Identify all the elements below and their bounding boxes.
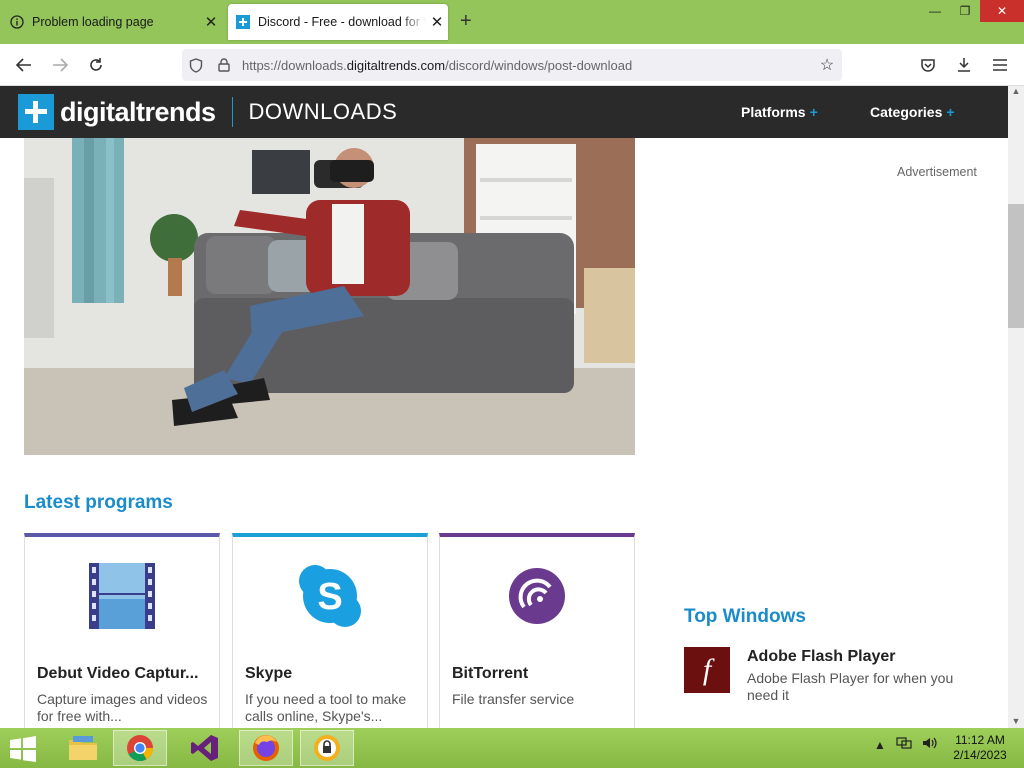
close-icon[interactable]: ✕ (426, 13, 448, 31)
program-description: If you need a tool to make calls online,… (245, 691, 407, 724)
hero-image (24, 138, 635, 455)
program-card-skype[interactable]: S Skype If you need a tool to make calls… (232, 533, 428, 733)
clock-time: 11:12 AM (955, 733, 1005, 747)
security-app-icon[interactable] (300, 730, 354, 766)
film-strip-icon (89, 563, 155, 629)
new-tab-button[interactable]: + (460, 10, 472, 33)
reload-icon[interactable] (84, 54, 108, 76)
bookmark-star-icon[interactable]: ☆ (812, 55, 842, 75)
program-name: Adobe Flash Player (747, 648, 896, 665)
volume-icon[interactable] (922, 736, 938, 753)
tab-label: Problem loading page (32, 15, 154, 29)
clock-date: 2/14/2023 (953, 748, 1007, 762)
top-windows-title: Top Windows (684, 606, 806, 627)
tab-problem-loading[interactable]: Problem loading page ✕ (0, 4, 222, 40)
skype-icon: S (297, 563, 363, 629)
scroll-up-icon[interactable]: ▲ (1008, 86, 1024, 96)
brand-name: digitaltrends (60, 96, 216, 127)
program-description: Adobe Flash Player for when you need it (747, 670, 954, 703)
minimize-icon[interactable]: — (920, 0, 950, 22)
menu-platforms[interactable]: Platforms + (741, 104, 818, 120)
downloads-icon[interactable] (952, 54, 976, 76)
back-arrow-icon[interactable] (12, 54, 36, 76)
logo-divider (231, 97, 233, 127)
latest-programs-title: Latest programs (24, 492, 173, 513)
program-description: Capture images and videos for free with.… (37, 691, 208, 724)
site-header: digitaltrends DOWNLOADS Platforms + Categ… (0, 86, 1008, 138)
hamburger-menu-icon[interactable] (988, 54, 1012, 76)
address-bar[interactable]: https://downloads.digitaltrends.com/disc… (182, 49, 842, 81)
network-icon[interactable] (896, 736, 912, 753)
brand-suffix: DOWNLOADS (248, 99, 398, 124)
info-icon (10, 15, 24, 29)
window-controls: — ❐ ✕ (920, 0, 1024, 22)
bittorrent-icon (504, 563, 570, 629)
browser-tab-bar: Problem loading page ✕ Discord - Free - … (0, 0, 1024, 44)
shield-icon[interactable] (182, 57, 210, 73)
program-card-debut[interactable]: Debut Video Captur... Capture images and… (24, 533, 220, 733)
tray-chevron-up-icon[interactable]: ▲ (874, 738, 886, 752)
digitaltrends-favicon-icon (236, 15, 250, 29)
tab-label: Discord - Free - download for Windows (258, 15, 426, 29)
window-close-icon[interactable]: ✕ (980, 0, 1024, 22)
browser-nav-bar: https://downloads.digitaltrends.com/disc… (0, 44, 1024, 86)
scroll-down-icon[interactable]: ▼ (1008, 716, 1024, 726)
site-logo[interactable]: digitaltrends DOWNLOADS (18, 94, 397, 130)
page-scrollbar[interactable]: ▲ ▼ (1008, 86, 1024, 728)
visual-studio-icon[interactable] (178, 730, 232, 766)
system-clock[interactable]: 11:12 AM 2/14/2023 (948, 733, 1012, 763)
url-text: https://downloads.digitaltrends.com/disc… (242, 57, 633, 73)
menu-label: Platforms (741, 104, 806, 120)
program-name: Skype (245, 665, 293, 682)
close-icon[interactable]: ✕ (200, 13, 222, 31)
program-card-bittorrent[interactable]: BitTorrent File transfer service (439, 533, 635, 733)
file-explorer-icon[interactable] (56, 730, 110, 766)
program-description: File transfer service (452, 691, 575, 707)
windows-start-icon[interactable] (8, 736, 38, 762)
menu-label: Categories (870, 104, 943, 120)
program-name: Debut Video Captur... (37, 665, 199, 682)
menu-categories[interactable]: Categories + (870, 104, 955, 120)
flash-player-icon: f (684, 647, 730, 693)
advertisement-label: Advertisement (897, 165, 977, 179)
firefox-icon[interactable] (239, 730, 293, 766)
program-name: BitTorrent (452, 665, 529, 682)
digitaltrends-logo-icon (18, 94, 54, 130)
restore-icon[interactable]: ❐ (950, 0, 980, 22)
tab-discord-download[interactable]: Discord - Free - download for Windows ✕ (228, 4, 448, 40)
forward-arrow-icon[interactable] (48, 54, 72, 76)
pocket-icon[interactable] (916, 54, 940, 76)
svg-text:S: S (317, 576, 342, 618)
windows-taskbar: ▲ 11:12 AM 2/14/2023 (0, 728, 1024, 768)
lock-icon[interactable] (210, 58, 238, 72)
scrollbar-thumb[interactable] (1008, 204, 1024, 328)
system-tray: ▲ (874, 736, 938, 753)
plus-icon: + (809, 104, 818, 120)
chrome-icon[interactable] (113, 730, 167, 766)
plus-icon: + (946, 104, 955, 120)
